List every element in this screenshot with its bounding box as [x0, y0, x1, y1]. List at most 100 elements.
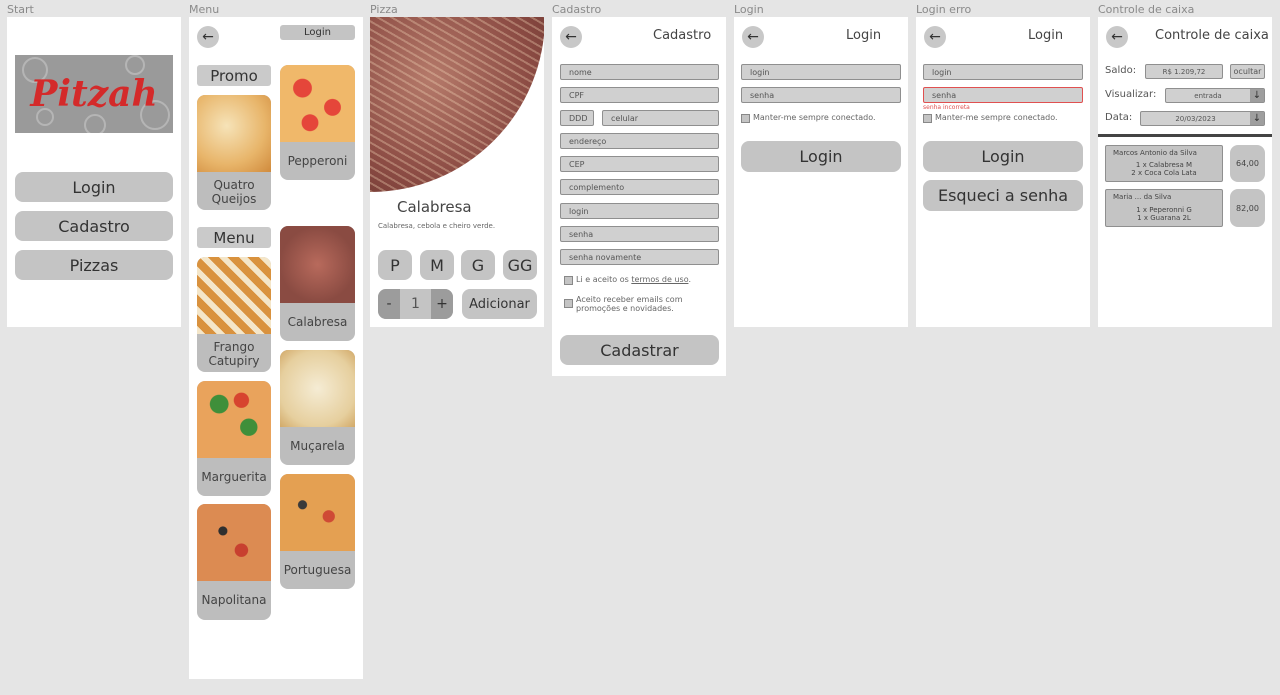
pizza-card-calabresa[interactable]: Calabresa: [280, 226, 355, 341]
pizza-image: [197, 257, 271, 334]
pizza-card-portuguesa[interactable]: Portuguesa: [280, 474, 355, 589]
frame-label-start: Start: [7, 3, 34, 16]
order-card[interactable]: Maria ... da Silva 1 x Peperonni G 1 x G…: [1105, 189, 1223, 227]
start-cadastro-button[interactable]: Cadastro: [15, 211, 173, 241]
senha-field[interactable]: senha: [560, 226, 719, 242]
terms-link[interactable]: termos de uso: [631, 275, 688, 284]
pizza-card-quatro-queijos[interactable]: Quatro Queijos: [197, 95, 271, 210]
arrow-left-icon: ←: [565, 29, 577, 45]
forgot-password-button[interactable]: Esqueci a senha: [923, 180, 1083, 211]
remember-label: Manter-me sempre conectado.: [753, 113, 876, 122]
cadastrar-button[interactable]: Cadastrar: [560, 335, 719, 365]
pizza-card-mucarela[interactable]: Muçarela: [280, 350, 355, 465]
size-gg-button[interactable]: GG: [503, 250, 537, 280]
order-price: 82,00: [1230, 189, 1265, 227]
start-login-button[interactable]: Login: [15, 172, 173, 202]
pizza-card-napolitana[interactable]: Napolitana: [197, 504, 271, 620]
pizza-description: Calabresa, cebola e cheiro verde.: [378, 222, 496, 230]
pizza-name: Frango Catupiry: [208, 340, 260, 368]
emails-line-1: Aceito receber emails com: [576, 295, 683, 304]
remember-checkbox[interactable]: [741, 114, 750, 123]
increment-button[interactable]: +: [431, 289, 453, 319]
back-button[interactable]: ←: [197, 26, 219, 48]
pizza-image: [280, 350, 355, 427]
ddd-field[interactable]: DDD: [560, 110, 594, 126]
pizza-name: Pepperoni: [287, 154, 348, 168]
pizza-name: Calabresa: [397, 198, 472, 216]
order-item: 1 x Peperonni G: [1136, 206, 1192, 214]
size-g-button[interactable]: G: [461, 250, 495, 280]
pizza-name: Quatro Queijos: [211, 178, 257, 206]
pizza-card-frango-catupiry[interactable]: Frango Catupiry: [197, 257, 271, 372]
terms-suffix: .: [688, 275, 691, 284]
quantity-value: 1: [411, 296, 420, 312]
remember-label: Manter-me sempre conectado.: [935, 113, 1058, 122]
divider: [1098, 134, 1272, 137]
data-label: Data:: [1105, 112, 1133, 123]
back-button[interactable]: ←: [560, 26, 582, 48]
login-button[interactable]: Login: [741, 141, 901, 172]
login-field[interactable]: login: [560, 203, 719, 219]
start-screen: Pitzah Login Cadastro Pizzas: [7, 17, 181, 327]
emails-checkbox[interactable]: [564, 299, 573, 308]
cadastro-screen: ← Cadastro nome CPF DDD celular endereço…: [552, 17, 726, 376]
size-m-button[interactable]: M: [420, 250, 454, 280]
complemento-field[interactable]: complemento: [560, 179, 719, 195]
menu-login-button[interactable]: Login: [280, 25, 355, 40]
decrement-button[interactable]: -: [378, 289, 400, 319]
terms-prefix: Li e aceito os: [576, 275, 632, 284]
pizza-image: [280, 65, 355, 142]
visualizar-label: Visualizar:: [1105, 89, 1157, 100]
error-message: senha incorreta: [923, 104, 970, 111]
login-input[interactable]: login: [923, 64, 1083, 80]
start-pizzas-button[interactable]: Pizzas: [15, 250, 173, 280]
pizza-card-pepperoni[interactable]: Pepperoni: [280, 65, 355, 180]
pizza-hero-image-accent: [370, 17, 544, 192]
order-card[interactable]: Marcos Antonio da Silva 1 x Calabresa M …: [1105, 145, 1223, 182]
saldo-label: Saldo:: [1105, 65, 1137, 76]
remember-checkbox[interactable]: [923, 114, 932, 123]
nome-field[interactable]: nome: [560, 64, 719, 80]
order-item: 1 x Calabresa M: [1135, 161, 1193, 169]
pizza-name: Marguerita: [201, 470, 267, 484]
frame-label-menu: Menu: [189, 3, 220, 16]
arrow-left-icon: ←: [1111, 29, 1123, 45]
arrow-down-icon[interactable]: ↓: [1250, 112, 1264, 125]
data-select[interactable]: 20/03/2023: [1140, 111, 1265, 126]
frame-label-pizza: Pizza: [370, 3, 398, 16]
celular-field[interactable]: celular: [602, 110, 719, 126]
add-to-cart-button[interactable]: Adicionar: [462, 289, 537, 319]
arrow-left-icon: ←: [202, 29, 214, 45]
senha-input[interactable]: senha: [741, 87, 901, 103]
pizza-name: Muçarela: [290, 439, 345, 453]
login-screen: ← Login login senha Manter-me sempre con…: [734, 17, 908, 327]
senha-input-error[interactable]: senha: [923, 87, 1083, 103]
ocultar-button[interactable]: ocultar: [1230, 64, 1265, 79]
arrow-down-icon[interactable]: ↓: [1250, 89, 1264, 102]
endereco-field[interactable]: endereço: [560, 133, 719, 149]
promo-title: Promo: [197, 65, 271, 86]
cep-field[interactable]: CEP: [560, 156, 719, 172]
page-title: Login: [1028, 28, 1064, 43]
senha-novamente-field[interactable]: senha novamente: [560, 249, 719, 265]
logo-text: Pitzah: [30, 73, 158, 115]
order-item: 1 x Guarana 2L: [1137, 214, 1191, 222]
login-input[interactable]: login: [741, 64, 901, 80]
login-erro-screen: ← Login login senha senha incorreta Mant…: [916, 17, 1090, 327]
frame-label-cadastro: Cadastro: [552, 3, 602, 16]
back-button[interactable]: ←: [742, 26, 764, 48]
cpf-field[interactable]: CPF: [560, 87, 719, 103]
back-button[interactable]: ←: [924, 26, 946, 48]
frame-label-caixa: Controle de caixa: [1098, 3, 1195, 16]
logo: Pitzah: [15, 55, 173, 133]
pizza-name: Napolitana: [201, 593, 267, 607]
back-button[interactable]: ←: [1106, 26, 1128, 48]
terms-checkbox[interactable]: [564, 276, 573, 285]
quantity-stepper: - 1 +: [378, 289, 453, 319]
size-p-button[interactable]: P: [378, 250, 412, 280]
login-button[interactable]: Login: [923, 141, 1083, 172]
pizza-card-marguerita[interactable]: Marguerita: [197, 381, 271, 496]
pizza-image: [280, 226, 355, 303]
page-title: Controle de caixa: [1155, 28, 1269, 43]
order-item: 2 x Coca Cola Lata: [1131, 169, 1197, 177]
